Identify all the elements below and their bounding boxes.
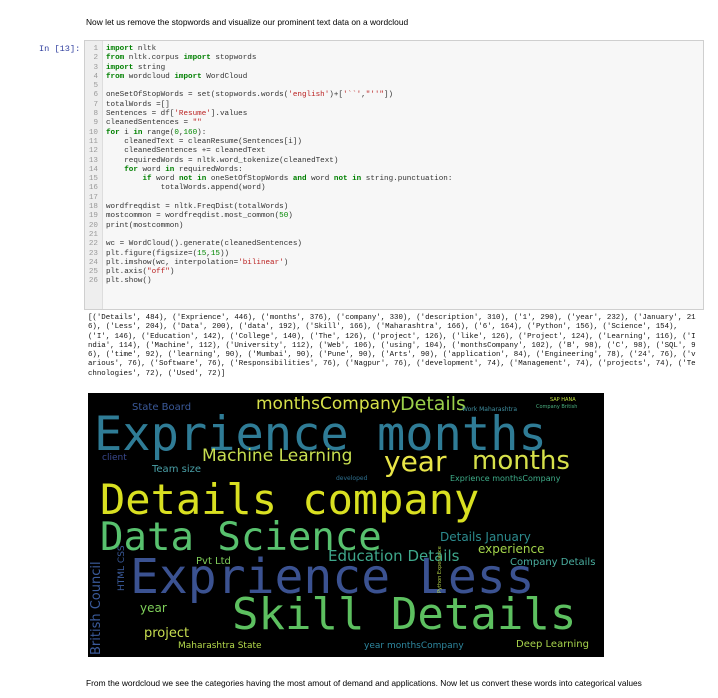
code-line: 14 for word in requiredWords: xyxy=(85,166,452,175)
code-line: 25 plt.axis("off") xyxy=(85,268,452,277)
code-text: plt.axis("off") xyxy=(106,268,175,277)
wordcloud-word: year xyxy=(384,445,447,478)
code-text: mostcommon = wordfreqdist.most_common(50… xyxy=(106,212,293,221)
line-number: 18 xyxy=(88,203,98,212)
line-number: 24 xyxy=(88,258,98,267)
wordcloud-word: Python Experience xyxy=(437,546,443,593)
cell-prompt: In [13]: xyxy=(39,44,81,54)
wordcloud-word: months xyxy=(472,446,570,476)
code-text: import string xyxy=(106,63,166,72)
code-line: 3 import string xyxy=(85,64,452,73)
code-line: 21 xyxy=(85,231,452,240)
code-text: plt.figure(figsize=(15,15)) xyxy=(106,249,230,258)
code-line: 26 plt.show() xyxy=(85,277,452,286)
line-number: 26 xyxy=(88,277,98,286)
code-line: 16 totalWords.append(word) xyxy=(85,184,452,193)
line-number: 20 xyxy=(88,221,98,230)
line-number: 1 xyxy=(93,45,98,53)
code-line: 12 cleanedSentences += cleanedText xyxy=(85,147,452,156)
wordcloud-word: year monthsCompany xyxy=(364,641,464,651)
line-number: 22 xyxy=(88,240,98,249)
code-text: import nltk xyxy=(106,45,157,53)
code-text: from nltk.corpus import stopwords xyxy=(106,54,257,63)
code-text: totalWords =[] xyxy=(106,100,170,109)
code-line: 24 plt.imshow(wc, interpolation='bilinear… xyxy=(85,259,452,268)
line-number: 21 xyxy=(88,230,98,239)
code-line: 6 oneSetOfStopWords = set(stopwords.words… xyxy=(85,91,452,100)
wordcloud-word: Machine Learning xyxy=(202,446,353,466)
code-text: plt.show() xyxy=(106,277,152,286)
cell-output-text: [('Details', 484), ('Exprience', 446), (… xyxy=(88,314,696,378)
wordcloud-word: year xyxy=(140,601,167,615)
line-number: 14 xyxy=(88,165,98,174)
code-text: cleanedSentences += cleanedText xyxy=(106,147,266,156)
wordcloud-word: Team size xyxy=(152,464,201,475)
wordcloud-word: project xyxy=(144,626,190,641)
line-number: 25 xyxy=(88,268,98,277)
code-text: wc = WordCloud().generate(cleanedSentenc… xyxy=(106,240,302,249)
code-text: if word not in oneSetOfStopWords and wor… xyxy=(142,175,453,184)
code-text: totalWords.append(word) xyxy=(106,184,266,193)
line-number: 2 xyxy=(93,54,98,63)
code-text: for i in range(0,160): xyxy=(106,128,207,137)
code-line: 4 from wordcloud import WordCloud xyxy=(85,73,452,82)
code-line: 20 print(mostcommon) xyxy=(85,222,452,231)
code-text: oneSetOfStopWords = set(stopwords.words(… xyxy=(106,91,394,100)
line-number: 7 xyxy=(93,100,98,109)
code-line: 2 from nltk.corpus import stopwords xyxy=(85,54,452,63)
markdown-conclusion: From the wordcloud we see the categories… xyxy=(86,678,642,688)
line-number: 11 xyxy=(88,137,98,146)
code-line: 10 for i in range(0,160): xyxy=(85,129,452,138)
line-number: 10 xyxy=(88,128,98,137)
line-number: 4 xyxy=(93,72,98,81)
wordcloud-word: Skill Details xyxy=(232,589,577,640)
code-text: wordfreqdist = nltk.FreqDist(totalWords) xyxy=(106,203,289,212)
code-text: plt.imshow(wc, interpolation='bilinear') xyxy=(106,258,289,267)
code-text: requiredWords = nltk.word_tokenize(clean… xyxy=(106,156,339,165)
wordcloud-word: Maharashtra State xyxy=(178,641,262,651)
line-number: 3 xyxy=(93,63,98,72)
code-editor[interactable]: 1 import nltk 2 from nltk.corpus import sto… xyxy=(85,45,453,287)
code-line: 17 xyxy=(85,194,452,203)
line-number: 13 xyxy=(88,156,98,165)
wordcloud-image: State Board monthsCompany Details Work Maha… xyxy=(88,393,604,657)
line-number: 6 xyxy=(93,91,98,100)
wordcloud-word: SAP HANA xyxy=(550,397,576,403)
line-number: 15 xyxy=(88,175,98,184)
wordcloud-word: HTML CSS xyxy=(117,545,127,591)
markdown-intro: Now let us remove the stopwords and visu… xyxy=(86,17,409,27)
code-line: 8 Sentences = df['Resume'].values xyxy=(85,110,452,119)
code-line: 5 xyxy=(85,82,452,91)
line-number: 23 xyxy=(88,249,98,258)
code-line: 11 cleanedText = cleanResume(Sentences[i… xyxy=(85,138,452,147)
code-line: 19 mostcommon = wordfreqdist.most_common(… xyxy=(85,212,452,221)
code-line: 23 plt.figure(figsize=(15,15)) xyxy=(85,250,452,259)
code-line: 1 import nltk xyxy=(85,45,452,54)
line-number: 5 xyxy=(93,82,98,91)
code-cell[interactable]: 1 import nltk 2 from nltk.corpus import sto… xyxy=(84,40,704,310)
code-text: print(mostcommon) xyxy=(106,221,184,230)
code-line: 18 wordfreqdist = nltk.FreqDist(totalWord… xyxy=(85,203,452,212)
code-text: cleanedText = cleanResume(Sentences[i]) xyxy=(106,137,302,146)
code-line: 15 if word not in oneSetOfStopWords and … xyxy=(85,175,453,184)
line-number: 17 xyxy=(88,193,98,202)
line-number: 8 xyxy=(93,110,98,119)
code-line: 13 requiredWords = nltk.word_tokenize(cl… xyxy=(85,157,452,166)
code-text: Sentences = df['Resume'].values xyxy=(106,110,248,119)
code-line: 9 cleanedSentences = "" xyxy=(85,119,452,128)
code-line: 22 wc = WordCloud().generate(cleanedSente… xyxy=(85,240,452,249)
line-number: 12 xyxy=(88,147,98,156)
code-text: cleanedSentences = "" xyxy=(106,119,202,128)
wordcloud-word: Deep Learning xyxy=(516,639,589,650)
code-text: for word in requiredWords: xyxy=(124,165,243,174)
line-number: 9 xyxy=(93,119,98,128)
code-line: 7 totalWords =[] xyxy=(85,101,452,110)
code-text: from wordcloud import WordCloud xyxy=(106,72,248,81)
wordcloud-word: British Council xyxy=(89,561,104,655)
line-number: 19 xyxy=(88,212,98,221)
line-number: 16 xyxy=(88,184,98,193)
wordcloud-word: client xyxy=(102,453,127,463)
